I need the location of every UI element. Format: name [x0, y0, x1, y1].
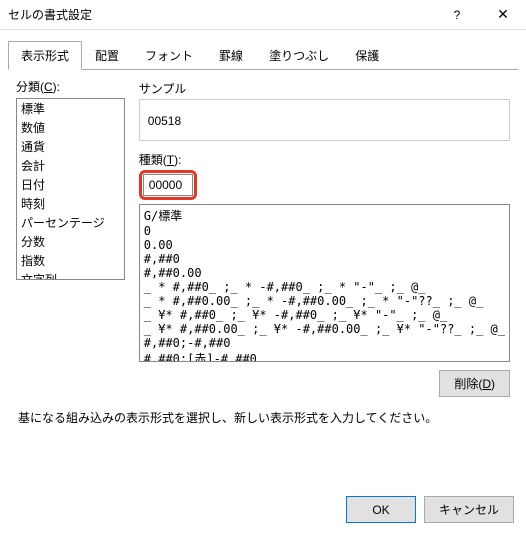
ok-button[interactable]: OK	[346, 496, 416, 523]
category-item[interactable]: 指数	[17, 251, 124, 270]
sample-label: サンプル	[139, 80, 510, 97]
sample-value: 00518	[148, 114, 181, 128]
tabstrip: 表示形式 配置 フォント 罫線 塗りつぶし 保護	[8, 40, 518, 70]
format-item[interactable]: 0	[140, 224, 509, 238]
category-item[interactable]: パーセンテージ	[17, 213, 124, 232]
close-button[interactable]: ✕	[480, 0, 526, 30]
format-item[interactable]: #,##0	[140, 252, 509, 266]
type-input[interactable]	[143, 174, 193, 196]
format-listbox[interactable]: G/標準00.00#,##0#,##0.00_ * #,##0_ ;_ * -#…	[139, 204, 510, 362]
format-item[interactable]: _ * #,##0.00_ ;_ * -#,##0.00_ ;_ * "-"??…	[140, 294, 509, 308]
format-item[interactable]: 0.00	[140, 238, 509, 252]
category-item[interactable]: 通貨	[17, 137, 124, 156]
cancel-button[interactable]: キャンセル	[424, 496, 514, 523]
format-item[interactable]: _ ¥* #,##0.00_ ;_ ¥* -#,##0.00_ ;_ ¥* "-…	[140, 322, 509, 336]
format-item[interactable]: G/標準	[140, 207, 509, 224]
help-button[interactable]: ?	[434, 0, 480, 30]
sample-box: 00518	[139, 99, 510, 141]
dialog-footer: OK キャンセル	[346, 496, 514, 523]
tab-fill[interactable]: 塗りつぶし	[256, 41, 342, 70]
delete-button[interactable]: 削除(D)	[439, 370, 510, 397]
format-item[interactable]: #,##0;[赤]-#,##0	[140, 350, 509, 362]
category-item[interactable]: 会計	[17, 156, 124, 175]
format-item[interactable]: _ ¥* #,##0_ ;_ ¥* -#,##0_ ;_ ¥* "-"_ ;_ …	[140, 308, 509, 322]
format-item[interactable]: _ * #,##0_ ;_ * -#,##0_ ;_ * "-"_ ;_ @_	[140, 280, 509, 294]
type-label: 種類(T):	[139, 151, 510, 168]
format-item[interactable]: #,##0.00	[140, 266, 509, 280]
type-input-highlight	[139, 170, 197, 200]
category-item[interactable]: 分数	[17, 232, 124, 251]
category-item[interactable]: 文字列	[17, 270, 124, 280]
category-label: 分類(C):	[16, 78, 125, 95]
category-item[interactable]: 時刻	[17, 194, 124, 213]
window-title: セルの書式設定	[8, 6, 434, 23]
tab-format[interactable]: 表示形式	[8, 41, 82, 70]
format-item[interactable]: #,##0;-#,##0	[140, 336, 509, 350]
hint-text: 基になる組み込みの表示形式を選択し、新しい表示形式を入力してください。	[16, 409, 510, 426]
tab-font[interactable]: フォント	[132, 41, 206, 70]
titlebar: セルの書式設定 ? ✕	[0, 0, 526, 30]
category-item[interactable]: 数値	[17, 118, 124, 137]
category-item[interactable]: 標準	[17, 99, 124, 118]
tab-border[interactable]: 罫線	[206, 41, 256, 70]
tab-alignment[interactable]: 配置	[82, 41, 132, 70]
category-item[interactable]: 日付	[17, 175, 124, 194]
category-listbox[interactable]: 標準数値通貨会計日付時刻パーセンテージ分数指数文字列その他ユーザー定義	[16, 98, 125, 280]
tab-protection[interactable]: 保護	[342, 41, 392, 70]
